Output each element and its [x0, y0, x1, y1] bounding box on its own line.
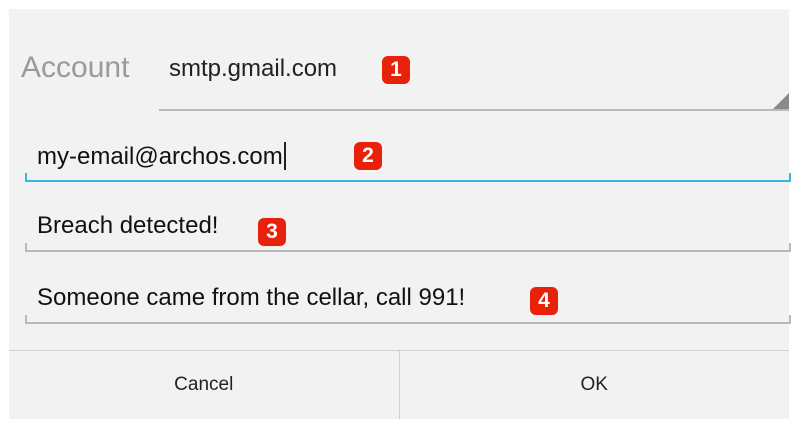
dialog-button-bar: Cancel OK [9, 350, 789, 419]
annotation-badge-4: 4 [530, 287, 558, 315]
cancel-button[interactable]: Cancel [9, 351, 399, 419]
account-selected-value: smtp.gmail.com [169, 55, 338, 82]
spinner-dropdown-arrow-icon [773, 93, 789, 109]
annotation-badge-2: 2 [354, 142, 382, 170]
account-spinner[interactable]: smtp.gmail.com [159, 39, 789, 111]
recipient-email-value-wrap: my-email@archos.com [37, 142, 286, 171]
text-cursor [283, 142, 286, 170]
annotation-badge-3: 3 [258, 218, 286, 246]
message-field[interactable]: Someone came from the cellar, call 991! [25, 278, 791, 324]
subject-field[interactable]: Breach detected! [25, 206, 791, 252]
recipient-email-field[interactable]: my-email@archos.com [25, 136, 791, 182]
annotation-badge-1: 1 [382, 56, 410, 84]
email-settings-dialog: Account smtp.gmail.com 1 my-email@archos… [9, 9, 791, 419]
recipient-email-value: my-email@archos.com [37, 143, 283, 170]
ok-button[interactable]: OK [398, 351, 790, 419]
account-label: Account [21, 51, 130, 84]
message-value: Someone came from the cellar, call 991! [37, 284, 466, 311]
subject-value: Breach detected! [37, 212, 219, 239]
